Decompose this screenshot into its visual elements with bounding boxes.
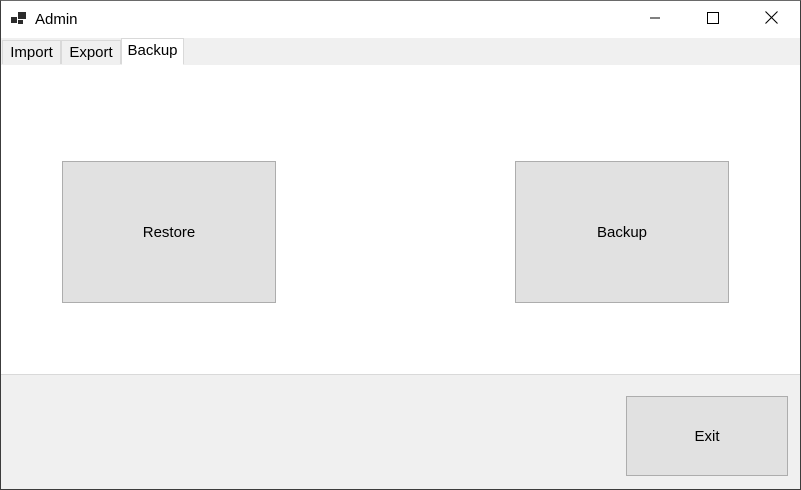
minimize-icon <box>649 11 661 29</box>
app-windows-icon <box>11 12 27 26</box>
tab-export[interactable]: Export <box>61 40 121 64</box>
maximize-icon <box>707 11 719 29</box>
admin-window: Admin Import Export Backup Restore Backu… <box>0 0 801 490</box>
tab-strip: Import Export Backup <box>1 38 800 66</box>
footer-panel: Exit <box>1 374 800 489</box>
window-title: Admin <box>35 11 78 28</box>
close-icon <box>764 10 778 29</box>
minimize-button[interactable] <box>626 1 684 38</box>
close-button[interactable] <box>742 1 800 38</box>
backup-tab-page: Restore Backup <box>1 65 800 374</box>
exit-button[interactable]: Exit <box>626 396 788 476</box>
maximize-button[interactable] <box>684 1 742 38</box>
title-bar[interactable]: Admin <box>1 1 800 38</box>
backup-button[interactable]: Backup <box>515 161 729 303</box>
restore-button[interactable]: Restore <box>62 161 276 303</box>
tab-backup[interactable]: Backup <box>121 38 184 65</box>
tab-import[interactable]: Import <box>2 40 61 64</box>
